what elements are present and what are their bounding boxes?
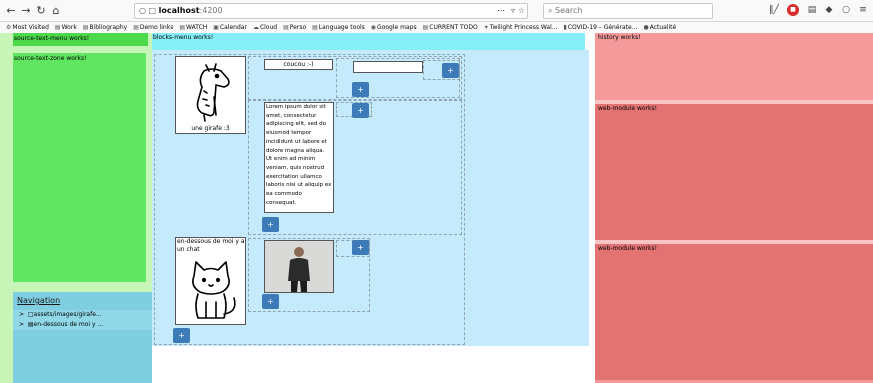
expand-arrow-icon[interactable]: > xyxy=(19,311,24,318)
bookmark-item[interactable]: ⚙Most Visited xyxy=(6,22,49,33)
add-button[interactable]: + xyxy=(442,63,459,78)
bookmark-item[interactable]: ▤Perso xyxy=(283,22,306,33)
coucou-text-block[interactable]: coucou :-) xyxy=(264,59,333,70)
add-button[interactable]: + xyxy=(262,294,279,309)
pocket-icon[interactable]: ▿ xyxy=(511,4,515,18)
bookmark-label: Actualité xyxy=(649,24,677,31)
giraffe-drawing-icon xyxy=(196,63,230,122)
bookmark-label: Google maps xyxy=(377,24,417,31)
person-photo-card[interactable] xyxy=(264,240,334,293)
add-button[interactable]: + xyxy=(173,328,190,343)
source-text-menu: source-text-menu works! xyxy=(13,33,148,46)
bookmark-icon: ▮ xyxy=(563,24,567,31)
bookmark-item[interactable]: ●Actualité xyxy=(643,22,676,33)
nav-item-label: ▤en-dessous de moi y ... xyxy=(27,321,104,328)
bookmark-icon: ▤ xyxy=(283,24,289,31)
account-icon[interactable]: ○ xyxy=(840,4,852,16)
giraffe-caption: une girafe :3 xyxy=(191,125,230,132)
nav-item-cat[interactable]: > ▤en-dessous de moi y ... xyxy=(13,320,152,330)
giraffe-image-card[interactable] xyxy=(175,56,246,134)
cat-image-card[interactable]: en-dessous de moi y a un chat xyxy=(175,237,246,325)
bookmark-label: Twilight Princess Wal... xyxy=(489,24,558,31)
url-host: localhost xyxy=(158,6,200,15)
forward-icon[interactable]: → xyxy=(18,3,34,19)
add-button[interactable]: + xyxy=(352,240,369,255)
home-icon[interactable]: ⌂ xyxy=(48,3,64,19)
bookmark-icon: ▤ xyxy=(54,24,61,31)
adblock-icon[interactable]: ■ xyxy=(787,4,799,16)
bookmark-item[interactable]: ▤Language tools xyxy=(312,22,365,33)
search-placeholder: Search xyxy=(555,6,583,15)
bookmark-icon: ◉ xyxy=(370,24,377,31)
search-icon: ⌕ xyxy=(548,6,553,15)
site-info-icon[interactable]: ○ xyxy=(139,6,146,15)
bookmark-label: WATCH xyxy=(186,24,208,31)
bookmark-icon: ▤ xyxy=(82,24,89,31)
bookmark-label: Calendar xyxy=(219,24,247,31)
url-bar[interactable]: ○ □ localhost:4200 ⋯ ▿ ☆ xyxy=(134,3,528,19)
bookmark-icon: ▤ xyxy=(179,24,186,31)
bookmark-item[interactable]: ▤Demo links xyxy=(133,22,173,33)
reload-icon[interactable]: ↻ xyxy=(33,3,49,19)
bookmark-label: Bibliography xyxy=(89,24,128,31)
bookmark-icon: ✦ xyxy=(483,24,489,31)
bookmark-star-icon[interactable]: ☆ xyxy=(518,4,525,18)
navigation-panel xyxy=(13,292,152,383)
bookmark-label: Language tools xyxy=(318,24,365,31)
extension-icon[interactable]: ◆ xyxy=(823,4,835,16)
bookmark-icon: ⚙ xyxy=(6,24,12,31)
sidebar-icon[interactable]: ▤ xyxy=(806,4,818,16)
bookmark-label: Most Visited xyxy=(12,24,49,31)
menu-icon[interactable]: ≡ xyxy=(857,4,869,16)
web-module-1: web-module works! xyxy=(595,104,873,240)
bookmark-icon: ▤ xyxy=(422,24,429,31)
library-icon[interactable]: ‖╱ xyxy=(768,4,780,16)
web-module-2: web-module works! xyxy=(595,244,873,380)
bookmark-label: Perso xyxy=(289,24,307,31)
person-photo-icon xyxy=(265,241,333,292)
nav-item-label: □assets/images/girafe... xyxy=(27,311,102,318)
text-input-field[interactable] xyxy=(353,61,423,73)
bookmark-item[interactable]: ▤WATCH xyxy=(179,22,207,33)
back-icon[interactable]: ← xyxy=(3,3,19,19)
lorem-text-block[interactable]: Lorem ipsum dolor sit amet, consectetur … xyxy=(264,102,334,213)
nav-item-giraffe[interactable]: > □assets/images/girafe... xyxy=(13,310,152,320)
bookmark-item[interactable]: ▤Bibliography xyxy=(83,22,127,33)
bookmark-label: CURRENT TODO xyxy=(429,24,478,31)
page-icon: □ xyxy=(148,6,157,15)
bookmark-item[interactable]: ◉Google maps xyxy=(371,22,417,33)
history-panel: history works! xyxy=(595,33,873,100)
bookmark-item[interactable]: ▤Work xyxy=(55,22,77,33)
add-button[interactable]: + xyxy=(352,82,369,97)
bookmark-icon: ● xyxy=(643,24,649,31)
source-text-zone[interactable]: source-text-zone works! xyxy=(13,53,146,282)
blocks-menu: blocks-menu works! xyxy=(152,33,585,50)
navigation-title: Navigation xyxy=(17,296,61,305)
bookmark-item[interactable]: ▣Calendar xyxy=(213,22,247,33)
add-button[interactable]: + xyxy=(352,103,369,118)
page-actions-icon[interactable]: ⋯ xyxy=(497,4,505,18)
bookmark-item[interactable]: ☁Cloud xyxy=(253,22,277,33)
browser-toolbar: ← → ↻ ⌂ ○ □ localhost:4200 ⋯ ▿ ☆ ⌕ Searc… xyxy=(0,0,873,22)
bookmark-item[interactable]: ✦Twilight Princess Wal... xyxy=(484,22,558,33)
bookmarks-bar: ⚙Most Visited ▤Work ▤Bibliography ▤Demo lin… xyxy=(0,22,873,33)
bookmark-icon: ▤ xyxy=(312,24,318,31)
bookmark-item[interactable]: ▤CURRENT TODO xyxy=(423,22,478,33)
cat-caption: en-dessous de moi y a un chat xyxy=(177,238,245,253)
bookmark-icon: ☁ xyxy=(252,24,259,31)
bookmark-label: COVID-19 – Générate... xyxy=(567,24,638,31)
add-button[interactable]: + xyxy=(262,217,279,232)
bookmark-icon: ▤ xyxy=(133,24,139,31)
bookmark-icon: ▣ xyxy=(213,24,219,31)
bookmark-item[interactable]: ▮COVID-19 – Générate... xyxy=(563,22,637,33)
blocks-bottom-space xyxy=(152,346,589,383)
bookmark-label: Cloud xyxy=(259,24,278,31)
search-input[interactable]: ⌕ Search xyxy=(543,3,713,19)
url-port: :4200 xyxy=(199,6,223,15)
bookmark-label: Demo links xyxy=(139,24,174,31)
bookmark-label: Work xyxy=(61,24,77,31)
expand-arrow-icon[interactable]: > xyxy=(19,321,24,328)
